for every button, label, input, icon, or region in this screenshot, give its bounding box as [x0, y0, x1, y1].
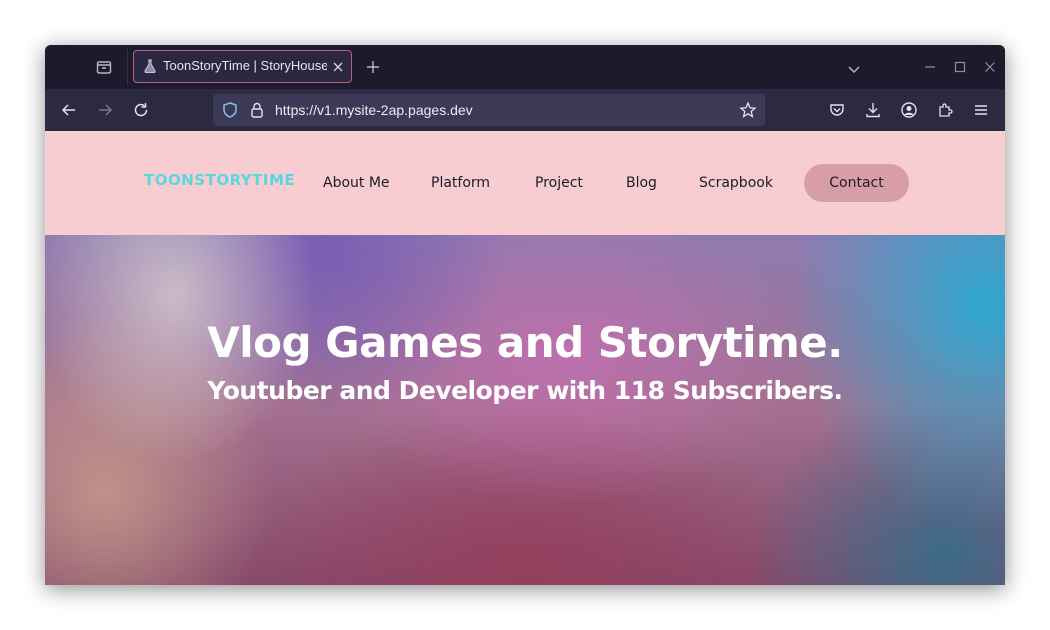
close-window-icon[interactable]	[982, 59, 998, 75]
tab-title: ToonStoryTime | StoryHouse	[163, 58, 327, 73]
url-text[interactable]: https://v1.mysite-2ap.pages.dev	[275, 102, 473, 118]
active-tab[interactable]: ToonStoryTime | StoryHouse	[133, 50, 352, 83]
site-header: TOONSTORYTIME About Me Platform Project …	[45, 131, 1005, 235]
forward-arrow-icon[interactable]	[96, 101, 114, 119]
reload-icon[interactable]	[132, 101, 150, 119]
hero-section: Vlog Games and Storytime. Youtuber and D…	[45, 235, 1005, 585]
shield-icon[interactable]	[221, 101, 239, 119]
pocket-icon[interactable]	[828, 101, 846, 119]
nav-link-about-me[interactable]: About Me	[323, 175, 390, 191]
tab-strip: ToonStoryTime | StoryHouse	[45, 45, 1005, 89]
contact-button[interactable]: Contact	[804, 164, 909, 202]
nav-link-platform[interactable]: Platform	[431, 175, 490, 191]
nav-link-blog[interactable]: Blog	[626, 175, 657, 191]
web-page: TOONSTORYTIME About Me Platform Project …	[45, 131, 1005, 585]
minimize-icon[interactable]	[922, 59, 938, 75]
address-bar[interactable]: https://v1.mysite-2ap.pages.dev	[213, 94, 765, 126]
flask-icon	[142, 58, 158, 74]
lock-icon[interactable]	[248, 101, 266, 119]
maximize-icon[interactable]	[952, 59, 968, 75]
download-icon[interactable]	[864, 101, 882, 119]
nav-link-scrapbook[interactable]: Scrapbook	[699, 175, 773, 191]
firefox-view-icon[interactable]	[93, 56, 115, 78]
tab-divider	[127, 49, 128, 85]
browser-window: ToonStoryTime | StoryHouse https://v1.my…	[45, 45, 1005, 585]
menu-icon[interactable]	[972, 101, 990, 119]
close-icon[interactable]	[331, 59, 345, 73]
star-icon[interactable]	[739, 101, 757, 119]
hero-title: Vlog Games and Storytime.	[207, 318, 843, 367]
hero-subtitle: Youtuber and Developer with 118 Subscrib…	[207, 376, 843, 405]
back-arrow-icon[interactable]	[60, 101, 78, 119]
plus-icon[interactable]	[365, 59, 381, 75]
navigation-toolbar: https://v1.mysite-2ap.pages.dev	[45, 89, 1005, 131]
nav-link-project[interactable]: Project	[535, 175, 583, 191]
extensions-icon[interactable]	[936, 101, 954, 119]
site-logo[interactable]: TOONSTORYTIME	[144, 171, 295, 189]
account-icon[interactable]	[900, 101, 918, 119]
chevron-down-icon[interactable]	[847, 61, 861, 73]
